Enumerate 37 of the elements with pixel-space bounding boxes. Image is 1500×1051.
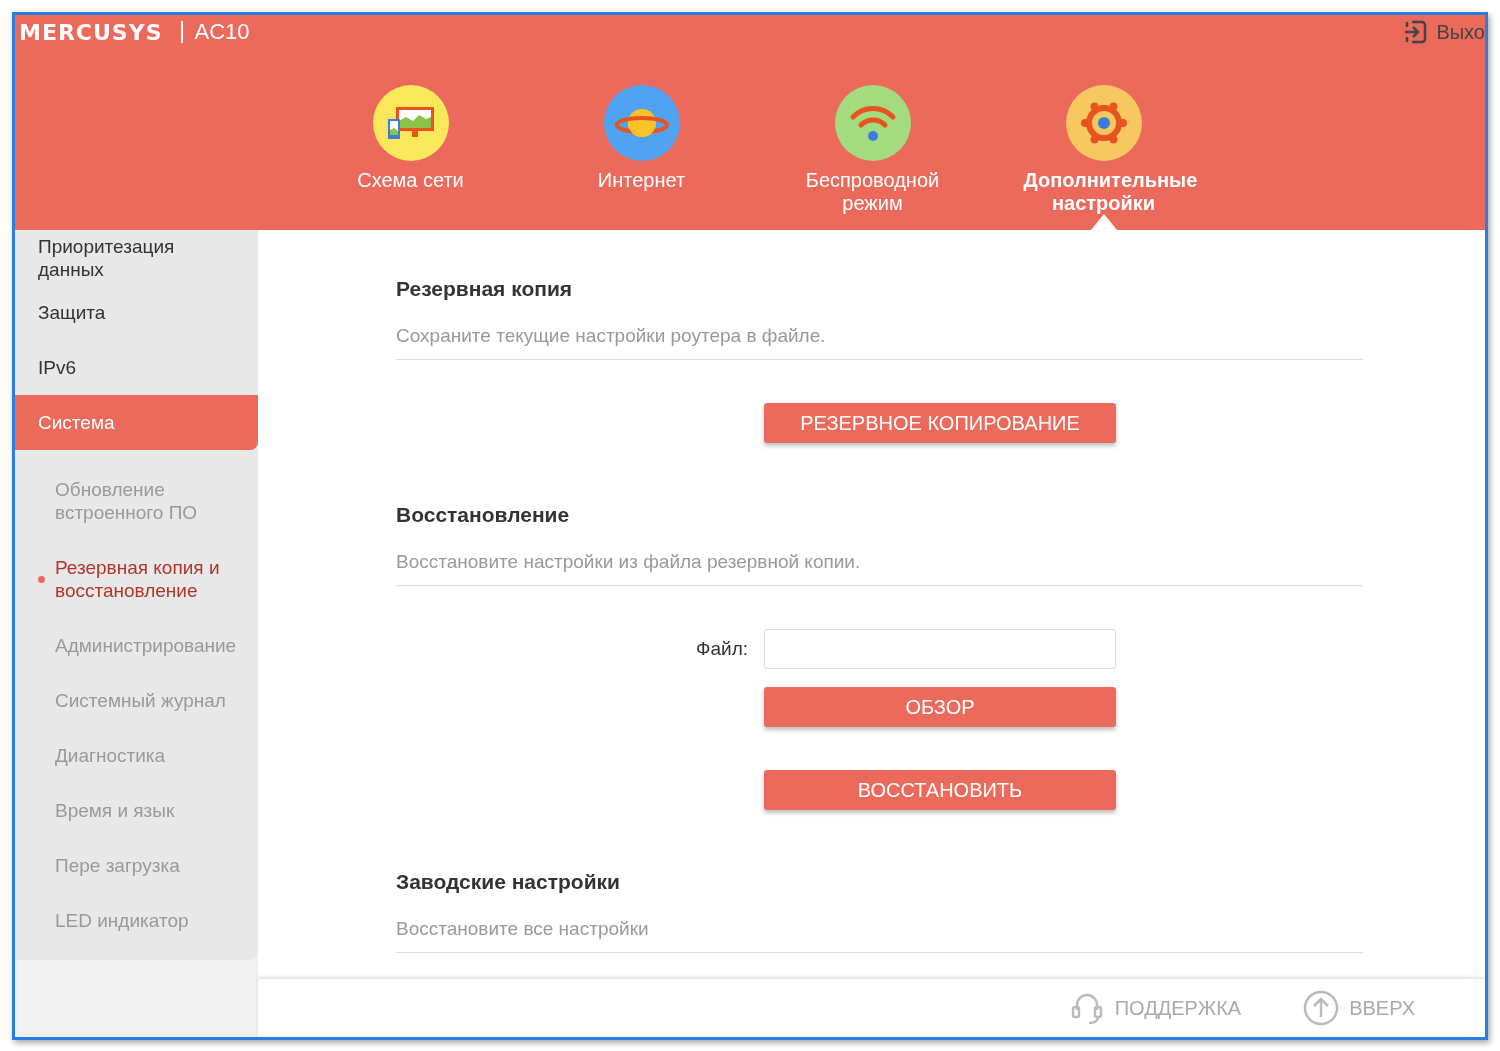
- nav-tab[interactable]: Схема сети: [295, 85, 526, 230]
- section-description: Восстановите все настройки: [396, 918, 1363, 953]
- action-button[interactable]: РЕЗЕРВНОЕ КОПИРОВАНИЕ: [764, 403, 1116, 443]
- file-field[interactable]: [764, 629, 1116, 669]
- section-title: Заводские настройки: [396, 870, 621, 895]
- section-title: Резервная копия: [396, 277, 574, 302]
- brand-logo: MERCUSYS: [19, 19, 163, 45]
- sidebar-subitem[interactable]: Обновление встроенного ПО: [15, 462, 258, 540]
- footer-link[interactable]: ПОДДЕРЖКА: [1068, 990, 1242, 1026]
- monitor-icon: [385, 105, 436, 141]
- sidebar-item[interactable]: Система: [15, 395, 258, 450]
- sidebar-subitem[interactable]: LED индикатор: [15, 893, 258, 948]
- wifi-icon: [848, 103, 897, 143]
- sidebar-item[interactable]: Защита: [15, 285, 258, 340]
- action-button[interactable]: ОБЗОР: [764, 687, 1116, 727]
- nav-tab[interactable]: Беспроводной режим: [757, 85, 988, 230]
- section-description: Восстановите настройки из файла резервной копии.: [396, 551, 1363, 586]
- sidebar-subitem[interactable]: Диагностика: [15, 728, 258, 783]
- sidebar-subitem[interactable]: Пере загрузка: [15, 838, 258, 893]
- exit-icon: [1402, 19, 1429, 45]
- model-name: AC10: [194, 19, 250, 45]
- section-description: Сохраните текущие настройки роутера в файле.: [396, 325, 1363, 360]
- sidebar-item[interactable]: IPv6: [15, 340, 258, 395]
- pointer-icon: [1091, 214, 1117, 230]
- sidebar-subitem[interactable]: Администрирование: [15, 618, 258, 673]
- bullet-icon: [38, 576, 45, 583]
- sidebar-subitem[interactable]: Резервная копия и восстановление: [15, 540, 258, 618]
- logout-link[interactable]: Выхо: [1402, 19, 1485, 45]
- sidebar-subitem[interactable]: Время и язык: [15, 783, 258, 838]
- sidebar-item[interactable]: Приоритезация данных: [15, 230, 258, 285]
- footer-link[interactable]: ВВЕРХ: [1303, 990, 1415, 1026]
- field-label: Файл:: [696, 638, 748, 660]
- section-title: Восстановление: [396, 503, 571, 528]
- nav-tab[interactable]: Интернет: [526, 85, 757, 230]
- sidebar-subitem[interactable]: Системный журнал: [15, 673, 258, 728]
- nav-tab[interactable]: Дополнительные настройки: [988, 85, 1219, 230]
- action-button[interactable]: ВОССТАНОВИТЬ: [764, 770, 1116, 810]
